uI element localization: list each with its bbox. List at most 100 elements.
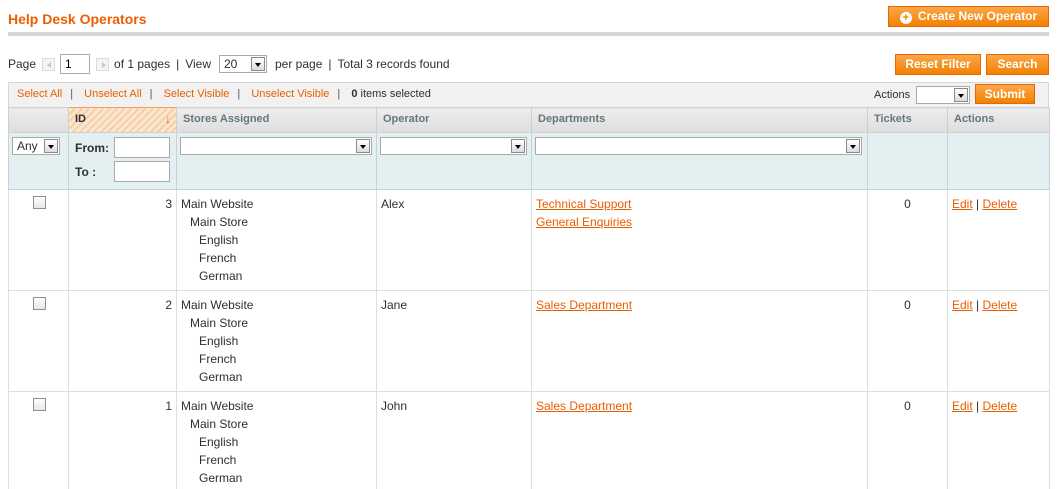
filter-select-cell: Any (8, 132, 69, 190)
row-stores: Main Website Main Store English French G… (176, 290, 377, 392)
row-select-cell (8, 189, 69, 291)
filter-row: Any From: To : (8, 132, 1050, 190)
department-link[interactable]: Sales Department (536, 298, 632, 312)
table-row: 2 Main Website Main Store English French… (8, 290, 1050, 392)
chevron-down-icon (356, 139, 370, 153)
chevron-down-icon (954, 88, 969, 102)
row-operator: John (376, 391, 532, 489)
column-header-stores[interactable]: Stores Assigned (176, 107, 377, 133)
store-view: English (199, 233, 239, 247)
column-header-tickets[interactable]: Tickets (867, 107, 948, 133)
view-label: View (185, 57, 211, 71)
filter-stores-cell (176, 132, 377, 190)
store-view: German (199, 269, 243, 283)
create-button-label: Create New Operator (917, 9, 1038, 23)
row-id: 3 (68, 189, 177, 291)
column-header-departments[interactable]: Departments (531, 107, 868, 133)
delete-link[interactable]: Delete (983, 197, 1018, 211)
department-link[interactable]: Technical Support (536, 197, 631, 211)
grid-header-row: ID ↓ Stores Assigned Operator Departments… (8, 107, 1050, 133)
select-all-link[interactable]: Select All (17, 88, 62, 100)
per-page-value: 20 (224, 57, 238, 71)
row-departments: Sales Department (531, 391, 868, 489)
table-row: 1 Main Website Main Store English French… (8, 391, 1050, 489)
id-from-input[interactable] (114, 137, 170, 158)
row-departments: Sales Department (531, 290, 868, 392)
delete-link[interactable]: Delete (983, 298, 1018, 312)
store-website: Main Website (181, 197, 254, 211)
filter-actions-cell (947, 132, 1050, 190)
departments-filter-select[interactable] (535, 137, 862, 155)
page-label: Page (8, 57, 37, 71)
reset-filter-button[interactable]: Reset Filter (895, 54, 981, 75)
store-view: French (199, 251, 237, 265)
edit-link[interactable]: Edit (952, 197, 973, 211)
per-page-label: per page (275, 57, 323, 71)
unselect-visible-link[interactable]: Unselect Visible (251, 88, 329, 100)
chevron-down-icon (511, 139, 525, 153)
row-operator: Jane (376, 290, 532, 392)
actions-select[interactable] (916, 86, 971, 104)
row-departments: Technical Support General Enquiries (531, 189, 868, 291)
create-new-operator-button[interactable]: + Create New Operator (888, 6, 1049, 27)
unselect-all-link[interactable]: Unselect All (84, 88, 141, 100)
select-visible-link[interactable]: Select Visible (164, 88, 230, 100)
any-select[interactable]: Any (12, 137, 60, 155)
column-header-id[interactable]: ID ↓ (68, 107, 177, 133)
header-divider (8, 32, 1049, 36)
filter-operator-cell (376, 132, 532, 190)
plus-icon: + (899, 12, 912, 24)
row-checkbox[interactable] (33, 297, 46, 310)
edit-link[interactable]: Edit (952, 298, 973, 312)
stores-filter-select[interactable] (180, 137, 372, 155)
edit-link[interactable]: Edit (952, 399, 973, 413)
actions-label: Actions (874, 89, 911, 101)
next-page-icon[interactable] (96, 57, 110, 71)
store-view: English (199, 334, 239, 348)
action-separator: | (976, 298, 980, 312)
any-select-value: Any (17, 139, 38, 153)
department-link[interactable]: Sales Department (536, 399, 632, 413)
from-label: From: (75, 140, 109, 155)
store-view: German (199, 471, 243, 485)
row-tickets: 0 (867, 290, 948, 392)
store-name: Main Store (190, 417, 249, 431)
row-stores: Main Website Main Store English French G… (176, 391, 377, 489)
previous-page-icon[interactable] (42, 57, 56, 71)
table-row: 3 Main Website Main Store English French… (8, 189, 1050, 291)
store-view: English (199, 435, 239, 449)
operator-filter-select[interactable] (380, 137, 527, 155)
pager-separator: | (328, 57, 332, 71)
search-button[interactable]: Search (986, 54, 1049, 75)
column-header-label: ID (75, 113, 86, 125)
chevron-down-icon (44, 139, 58, 153)
column-header-operator[interactable]: Operator (376, 107, 532, 133)
row-select-cell (8, 290, 69, 392)
store-website: Main Website (181, 298, 254, 312)
pager: Page of 1 pages | View 20 per page | Tot… (8, 53, 450, 75)
row-actions: Edit | Delete (947, 290, 1050, 392)
id-to-input[interactable] (114, 161, 170, 182)
submit-button[interactable]: Submit (975, 84, 1035, 104)
row-checkbox[interactable] (33, 196, 46, 209)
store-website: Main Website (181, 399, 254, 413)
selected-suffix: items selected (360, 88, 431, 100)
filter-id-cell: From: To : (68, 132, 177, 190)
store-name: Main Store (190, 215, 249, 229)
delete-link[interactable]: Delete (983, 399, 1018, 413)
filter-tickets-cell (867, 132, 948, 190)
massaction-bar: Select All | Unselect All | Select Visible… (8, 82, 1049, 107)
of-pages-text: of 1 pages (114, 57, 171, 71)
per-page-select[interactable]: 20 (219, 55, 267, 73)
page-input[interactable] (60, 54, 91, 74)
store-name: Main Store (190, 316, 249, 330)
row-actions: Edit | Delete (947, 189, 1050, 291)
page-title: Help Desk Operators (8, 11, 147, 27)
chevron-down-icon (251, 57, 265, 71)
total-records: Total 3 records found (337, 57, 450, 71)
action-separator: | (976, 197, 980, 211)
department-link[interactable]: General Enquiries (536, 215, 632, 229)
row-operator: Alex (376, 189, 532, 291)
row-actions: Edit | Delete (947, 391, 1050, 489)
row-checkbox[interactable] (33, 398, 46, 411)
